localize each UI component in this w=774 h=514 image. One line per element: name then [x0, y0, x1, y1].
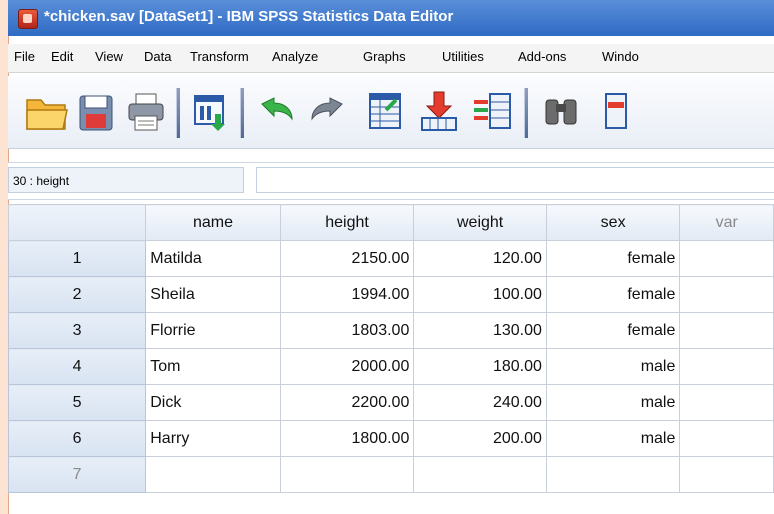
cell-var[interactable] — [679, 456, 774, 493]
undo-icon[interactable] — [254, 88, 300, 134]
row-header[interactable]: 6 — [7, 420, 147, 457]
cell-weight[interactable]: 240.00 — [413, 384, 547, 421]
cell-sex[interactable]: female — [545, 276, 681, 313]
menu-add-ons[interactable]: Add-ons — [518, 49, 566, 64]
menu-transform[interactable]: Transform — [190, 49, 249, 64]
table-row: 3 Florrie 1803.00 130.00 female — [7, 312, 774, 349]
row-header[interactable]: 5 — [7, 384, 147, 421]
menu-window[interactable]: Windo — [602, 49, 639, 64]
toolbar-separator — [524, 88, 528, 138]
toolbar-separator — [240, 88, 244, 138]
table-row: 6 Harry 1800.00 200.00 male — [7, 420, 774, 457]
cell-var[interactable] — [679, 420, 774, 457]
cell-sex[interactable]: female — [545, 312, 681, 349]
cell-var[interactable] — [679, 348, 774, 385]
cell-height[interactable]: 2000.00 — [279, 348, 415, 385]
row-header[interactable]: 1 — [7, 240, 147, 277]
cell-reference: 30 : height — [8, 167, 244, 193]
cell-sex[interactable] — [545, 456, 681, 493]
cell-height[interactable]: 1800.00 — [279, 420, 415, 457]
cell-sex[interactable]: male — [545, 348, 681, 385]
table-row: 5 Dick 2200.00 240.00 male — [7, 384, 774, 421]
cell-weight[interactable] — [413, 456, 547, 493]
column-header-var[interactable]: var — [679, 204, 774, 241]
table-row: 7 — [7, 456, 774, 493]
column-header-name[interactable]: name — [145, 204, 281, 241]
cell-var[interactable] — [679, 240, 774, 277]
toolbar — [8, 76, 774, 149]
window-title: *chicken.sav [DataSet1] - IBM SPSS Stati… — [44, 8, 454, 25]
cell-sex[interactable]: male — [545, 384, 681, 421]
column-header-height[interactable]: height — [279, 204, 415, 241]
cell-sex[interactable]: female — [545, 240, 681, 277]
insert-cases-icon[interactable] — [586, 88, 632, 134]
cell-height[interactable]: 2200.00 — [279, 384, 415, 421]
menu-analyze[interactable]: Analyze — [272, 49, 318, 64]
find-binoculars-icon[interactable] — [538, 88, 584, 134]
print-icon[interactable] — [124, 88, 170, 134]
cell-weight[interactable]: 130.00 — [413, 312, 547, 349]
cell-weight[interactable]: 120.00 — [413, 240, 547, 277]
cell-name[interactable] — [145, 456, 281, 493]
table-row: 1 Matilda 2150.00 120.00 female — [7, 240, 774, 277]
cell-name[interactable]: Florrie — [145, 312, 281, 349]
cell-height[interactable] — [279, 456, 415, 493]
cell-var[interactable] — [679, 276, 774, 313]
cell-name[interactable]: Matilda — [145, 240, 281, 277]
column-header-weight[interactable]: weight — [413, 204, 547, 241]
recall-dialog-icon[interactable] — [188, 88, 234, 134]
cell-var[interactable] — [679, 312, 774, 349]
cell-height[interactable]: 1803.00 — [279, 312, 415, 349]
data-grid: name height weight sex var 1 Matilda 215… — [7, 204, 774, 493]
spss-app-icon[interactable] — [18, 9, 38, 29]
goto-case-icon[interactable] — [362, 88, 408, 134]
cell-name[interactable]: Sheila — [145, 276, 281, 313]
toolbar-separator — [176, 88, 180, 138]
menu-utilities[interactable]: Utilities — [442, 49, 484, 64]
grid-corner[interactable] — [7, 204, 147, 241]
open-folder-icon[interactable] — [24, 88, 70, 134]
row-header[interactable]: 7 — [7, 456, 147, 493]
cell-weight[interactable]: 180.00 — [413, 348, 547, 385]
goto-variable-icon[interactable] — [416, 88, 462, 134]
column-header-sex[interactable]: sex — [545, 204, 681, 241]
menu-data[interactable]: Data — [144, 49, 171, 64]
data-editor-window: *chicken.sav [DataSet1] - IBM SPSS Stati… — [0, 0, 774, 514]
cell-weight[interactable]: 200.00 — [413, 420, 547, 457]
title-bar[interactable]: *chicken.sav [DataSet1] - IBM SPSS Stati… — [8, 0, 774, 36]
menu-file[interactable]: File — [14, 49, 35, 64]
cell-name[interactable]: Dick — [145, 384, 281, 421]
table-row: 2 Sheila 1994.00 100.00 female — [7, 276, 774, 313]
row-header[interactable]: 3 — [7, 312, 147, 349]
menu-bar: File Edit View Data Transform Analyze Gr… — [8, 44, 774, 73]
cell-sex[interactable]: male — [545, 420, 681, 457]
cell-name[interactable]: Tom — [145, 348, 281, 385]
cell-weight[interactable]: 100.00 — [413, 276, 547, 313]
cell-height[interactable]: 2150.00 — [279, 240, 415, 277]
menu-view[interactable]: View — [95, 49, 123, 64]
redo-icon[interactable] — [304, 88, 350, 134]
table-row: 4 Tom 2000.00 180.00 male — [7, 348, 774, 385]
menu-graphs[interactable]: Graphs — [363, 49, 406, 64]
row-header[interactable]: 2 — [7, 276, 147, 313]
menu-edit[interactable]: Edit — [51, 49, 73, 64]
cell-name[interactable]: Harry — [145, 420, 281, 457]
row-header[interactable]: 4 — [7, 348, 147, 385]
cell-var[interactable] — [679, 384, 774, 421]
cell-value-input[interactable] — [256, 167, 774, 193]
cell-editor-bar: 30 : height — [8, 162, 774, 200]
variables-icon[interactable] — [470, 88, 516, 134]
save-disk-icon[interactable] — [74, 88, 120, 134]
cell-height[interactable]: 1994.00 — [279, 276, 415, 313]
